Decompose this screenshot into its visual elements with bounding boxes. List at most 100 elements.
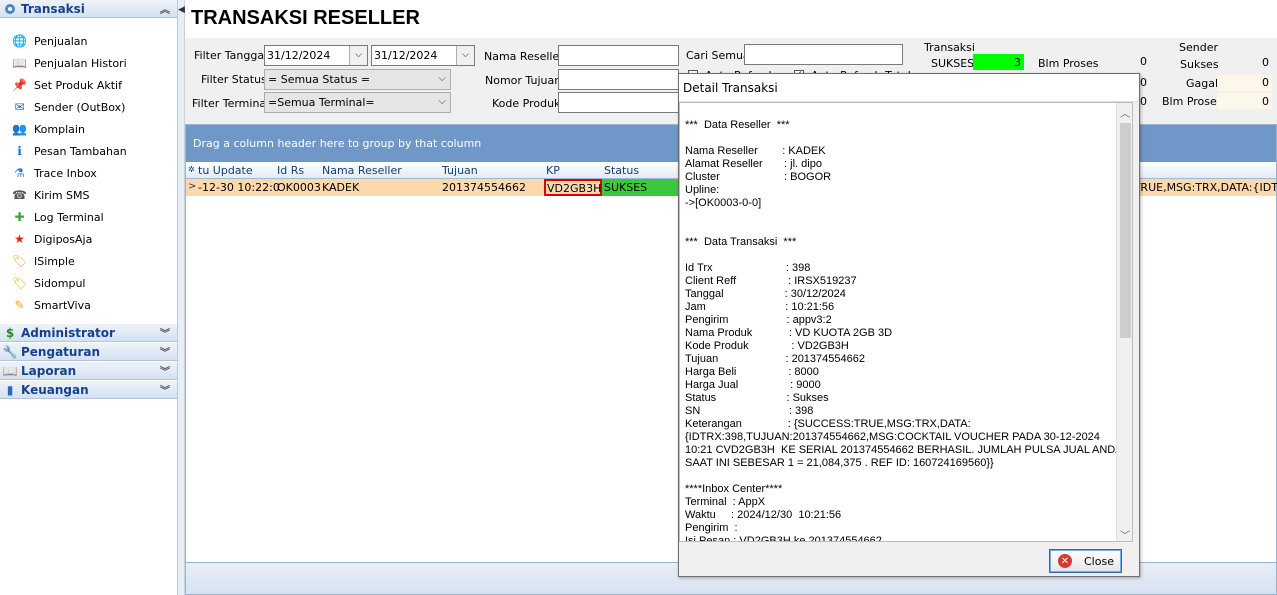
col-status[interactable]: Status [604,164,639,177]
cell-nama[interactable]: KADEK [322,181,359,194]
col-update[interactable]: tu Update [198,164,253,177]
puzzle-icon: ✚ [14,210,25,224]
scrollbar-thumb[interactable] [1120,123,1131,338]
chevron-down-icon[interactable]: ︾ [160,325,170,340]
dialog-text-area[interactable]: *** Data Reseller *** Nama Reseller : KA… [679,102,1133,542]
sidebar-item-smartviva[interactable]: ✎ SmartViva [0,294,177,316]
sidebar-group-keuangan[interactable]: ▮ Keuangan ︾ [0,381,177,399]
chevron-down-icon[interactable]: ︾ [160,382,170,397]
status-select-value: = Semua Status = [268,73,371,86]
dialog-scrollbar[interactable]: ︿ ﹀ [1116,103,1132,541]
page-title: TRANSAKSI RESELLER [191,7,420,29]
kode-produk-input[interactable] [558,92,679,113]
sidebar-item-label: Penjualan Histori [34,56,127,70]
phone-icon: ☎ [12,188,27,202]
sidebar-item-penjualan[interactable]: 🌐 Penjualan [0,30,177,52]
blm-proses-value: 0 [1140,55,1147,68]
sidebar-item-label: ISimple [34,254,75,268]
gear-icon [3,2,17,16]
sidebar: Transaksi ︽ 🌐 Penjualan 📖 Penjualan Histori… [0,0,178,595]
sidebar-item-sender-outbox[interactable]: ✉ Sender (OutBox) [0,96,177,118]
sidebar-item-digiposaja[interactable]: ★ DigiposAja [0,228,177,250]
cari-semua-input[interactable] [744,44,903,65]
sender-gagal-label: Gagal [1186,77,1219,90]
scroll-up-icon[interactable]: ︿ [1120,105,1130,120]
filter-terminal-label: Filter Terminal [192,97,270,110]
collapse-arrow-icon[interactable]: ◀ [178,5,185,15]
chevron-up-icon[interactable]: ︽ [160,1,170,16]
cell-kp[interactable]: VD2GB3H [544,179,602,196]
cell-id-rs[interactable]: OK0003 [277,181,321,194]
pin-icon: 📌 [12,78,27,92]
detail-transaksi-dialog: Detail Transaksi *** Data Reseller *** N… [678,73,1140,577]
sidebar-item-sidompul[interactable]: 🏷 Sidompul [0,272,177,294]
sidebar-group-laporan[interactable]: 📖 Laporan ︾ [0,362,177,380]
kode-produk-label: Kode Produk [492,97,561,110]
sidebar-group-label: Administrator [21,325,115,340]
terminal-select-value: =Semua Terminal= [268,96,375,109]
col-nama-reseller[interactable]: Nama Reseller [322,164,402,177]
col-id-rs[interactable]: Id Rs [277,164,304,177]
sidebar-item-isimple[interactable]: 🏷 ISimple [0,250,177,272]
nama-reseller-label: Nama Reseller [484,50,564,63]
date-from-picker[interactable]: 31/12/2024 ⌵ [264,45,368,66]
sidebar-group-label: Pengaturan [21,344,101,359]
sender-gagal-value: 0 [1262,76,1269,89]
cell-status[interactable]: SUKSES [602,179,682,196]
sidebar-item-pesan-tambahan[interactable]: ℹ Pesan Tambahan [0,140,177,162]
column-chooser-icon[interactable]: ✲ [188,165,195,174]
sukses-count: 3 [973,54,1024,70]
nomor-tujuan-input[interactable] [558,69,679,90]
nomor-tujuan-label: Nomor Tujuan [485,74,562,87]
terminal-select[interactable]: =Semua Terminal= ⌵ [264,92,451,113]
chevron-down-icon[interactable]: ⌵ [456,46,474,65]
sidebar-item-set-produk-aktif[interactable]: 📌 Set Produk Aktif [0,74,177,96]
nama-reseller-input[interactable] [558,45,679,66]
sidebar-item-label: Komplain [34,122,85,136]
sidebar-item-label: Pesan Tambahan [34,144,127,158]
sidebar-group-administrator[interactable]: $ Administrator ︾ [0,324,177,342]
sender-sukses-value: 0 [1262,56,1269,69]
date-to-value: 31/12/2024 [374,49,438,62]
sidebar-group-pengaturan[interactable]: 🔧 Pengaturan ︾ [0,343,177,361]
sidebar-item-trace-inbox[interactable]: ⚗ Trace Inbox [0,162,177,184]
sidebar-group-transaksi[interactable]: Transaksi ︽ [0,0,177,18]
info-icon: ℹ [17,144,22,158]
close-button-label: Close [1084,554,1114,568]
sidebar-splitter[interactable]: ◀ [178,0,185,595]
scroll-down-icon[interactable]: ﹀ [1120,527,1130,541]
ledger-icon: ▮ [6,382,14,397]
globe-icon: 🌐 [12,34,27,48]
sidebar-group-label: Keuangan [21,382,89,397]
sidebar-group-label: Laporan [21,363,77,378]
chevron-down-icon[interactable]: ︾ [160,344,170,359]
col-kp[interactable]: KP [546,164,560,177]
cell-update[interactable]: -12-30 10:22:0 [198,181,280,194]
col-tujuan[interactable]: Tujuan [442,164,478,177]
cell-keterangan[interactable]: :TRUE,MSG:TRX,DATA:{IDTR [1130,181,1277,194]
cari-semua-label: Cari Semua [686,49,750,62]
sidebar-item-log-terminal[interactable]: ✚ Log Terminal [0,206,177,228]
sidebar-item-kirim-sms[interactable]: ☎ Kirim SMS [0,184,177,206]
dialog-title: Detail Transaksi [679,74,1139,102]
chevron-down-icon[interactable]: ⌵ [349,46,367,65]
book-icon: 📖 [2,363,18,378]
sidebar-item-penjualan-histori[interactable]: 📖 Penjualan Histori [0,52,177,74]
dialog-content: *** Data Reseller *** Nama Reseller : KA… [685,119,1123,542]
status-select[interactable]: = Semua Status = ⌵ [264,69,451,90]
sender-label: Sender [1179,41,1218,54]
sender-blm-label: Blm Proses [1162,95,1223,108]
sidebar-item-label: Penjualan [34,34,88,48]
sukses-label: SUKSES [931,57,975,70]
book-icon: 📖 [12,56,27,70]
cell-tujuan[interactable]: 201374554662 [442,181,526,194]
tag-icon: 🏷 [11,276,28,290]
tag-icon: 🏷 [11,254,28,268]
sender-sukses-label: Sukses [1180,58,1219,71]
chevron-down-icon[interactable]: ⌵ [438,73,446,84]
chevron-down-icon[interactable]: ⌵ [438,96,446,107]
date-to-picker[interactable]: 31/12/2024 ⌵ [371,45,475,66]
close-button[interactable]: ✕ Close [1049,549,1122,573]
chevron-down-icon[interactable]: ︾ [160,363,170,378]
sidebar-item-komplain[interactable]: 👥 Komplain [0,118,177,140]
